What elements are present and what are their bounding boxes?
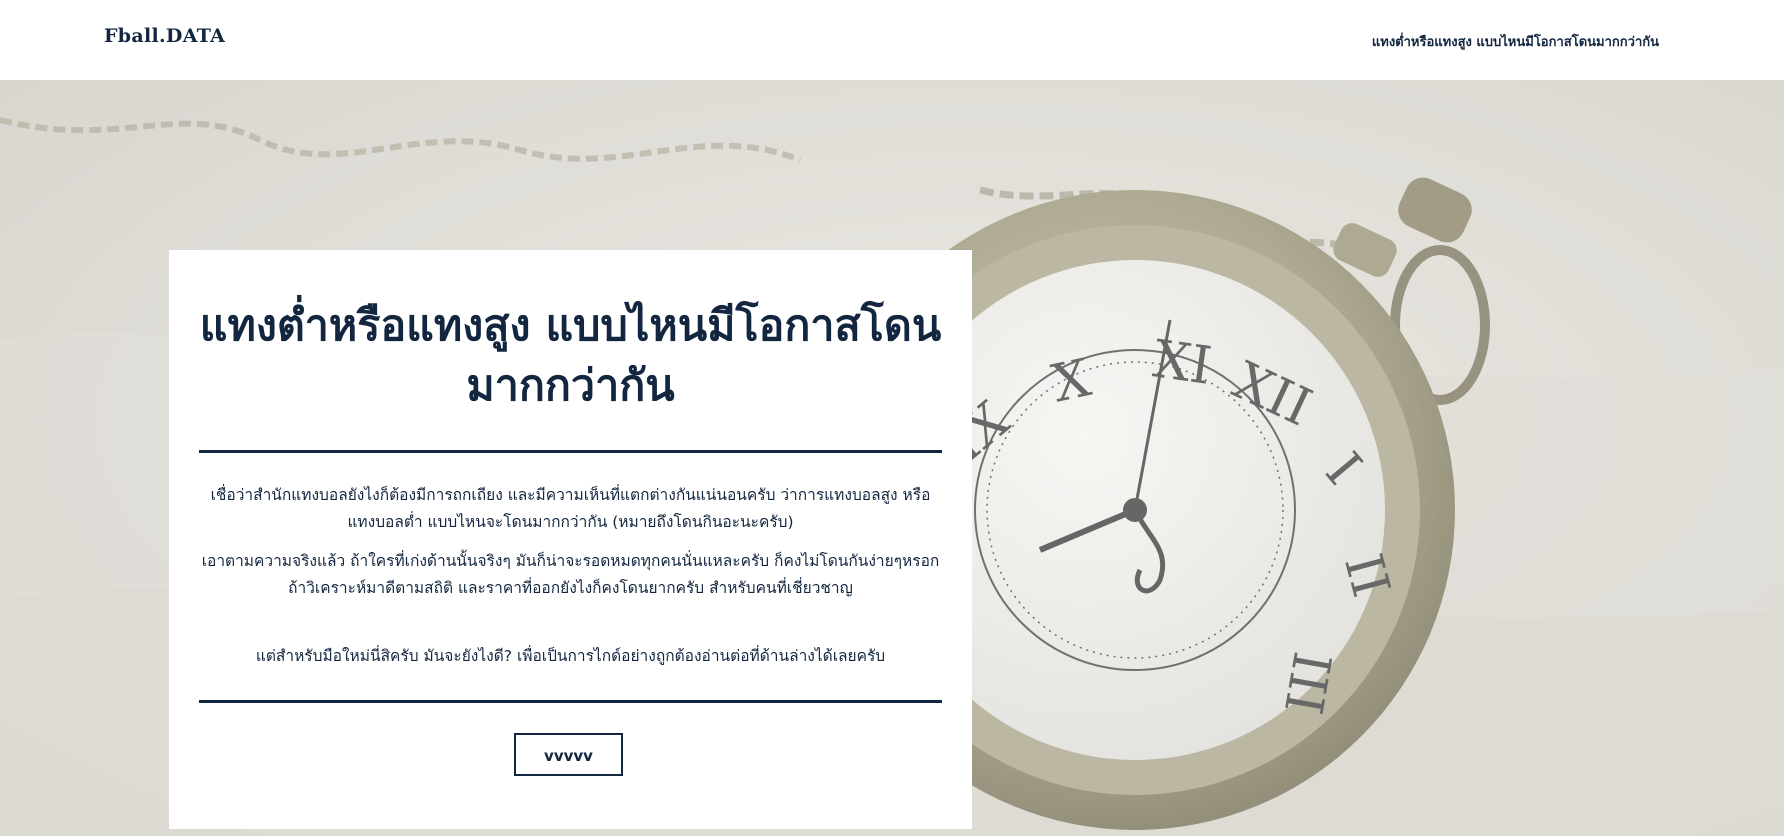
brand-logo-link[interactable]: Fball.DATA: [104, 25, 225, 47]
divider-top: [199, 450, 942, 453]
nav-link-article[interactable]: แทงต่ำหรือแทงสูง แบบไหนมีโอกาสโดนมากกว่า…: [1372, 31, 1659, 52]
site-header: Fball.DATA แทงต่ำหรือแทงสูง แบบไหนมีโอกา…: [0, 0, 1784, 80]
divider-bottom: [199, 700, 942, 703]
page-title: แทงต่ำหรือแทงสูง แบบไหนมีโอกาสโดนมากกว่า…: [199, 301, 942, 411]
hero-section: X XI XII I II III IX แทงต่ำหรือแทงสูง แบ…: [0, 80, 1784, 836]
intro-paragraph-2: เอาตามความจริงแล้ว ถ้าใครที่เก่งด้านนั้น…: [201, 552, 940, 597]
read-more-button[interactable]: vvvvv: [514, 733, 623, 776]
intro-paragraph-3: แต่สำหรับมือใหม่นี่สิครับ มันจะยังไงดี? …: [255, 647, 886, 665]
intro-paragraph-1: เชื่อว่าสำนักแทงบอลยังไงก็ต้องมีการถกเถี…: [210, 486, 931, 531]
intro-card: แทงต่ำหรือแทงสูง แบบไหนมีโอกาสโดนมากกว่า…: [169, 250, 972, 829]
